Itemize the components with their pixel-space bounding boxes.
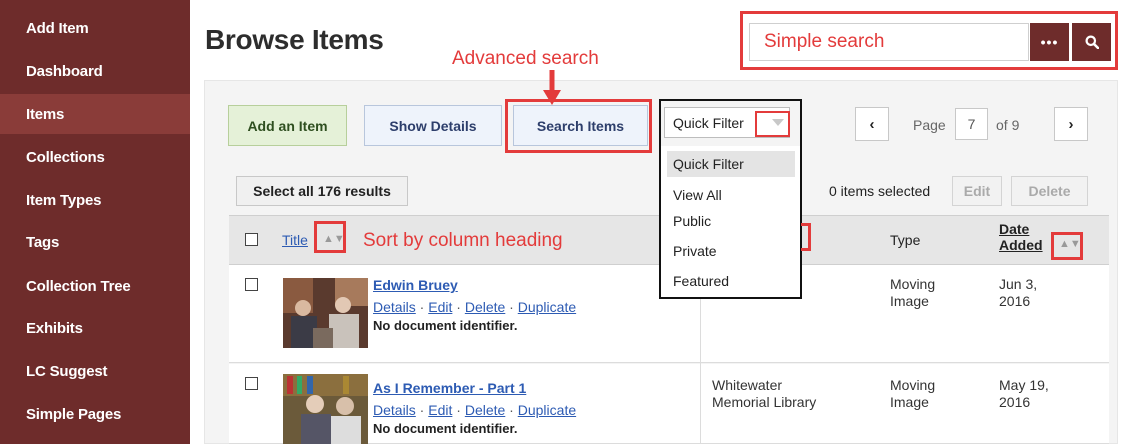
item-thumbnail[interactable] <box>283 278 368 348</box>
thumbnail-image <box>283 278 368 348</box>
sidebar-item-collection-tree[interactable]: Collection Tree <box>0 266 190 306</box>
search-submit-button[interactable] <box>1072 23 1111 61</box>
advanced-search-annotation: Advanced search <box>452 48 599 69</box>
item-actions: Details · Edit · Delete · Duplicate <box>373 299 577 315</box>
admin-sidebar: Add Item Dashboard Items Collections Ite… <box>0 0 190 444</box>
sidebar-item-add-item[interactable]: Add Item <box>0 8 190 48</box>
column-date-added-sort-link[interactable]: Date Added <box>999 221 1043 253</box>
selected-count: 0 items selected <box>829 183 931 199</box>
date-header-line1: Date <box>999 221 1030 237</box>
chevron-left-icon: ‹ <box>869 115 875 133</box>
edit-link[interactable]: Edit <box>428 299 452 315</box>
sidebar-item-dashboard[interactable]: Dashboard <box>0 51 190 91</box>
search-icon <box>1085 35 1099 49</box>
delete-link[interactable]: Delete <box>465 402 505 418</box>
duplicate-link[interactable]: Duplicate <box>518 299 576 315</box>
sidebar-item-simple-pages[interactable]: Simple Pages <box>0 394 190 434</box>
search-items-button[interactable]: Search Items <box>513 105 648 146</box>
type-cell: Moving Image <box>890 276 936 309</box>
page-title: Browse Items <box>205 24 384 55</box>
batch-delete-button[interactable]: Delete <box>1011 176 1088 206</box>
select-all-checkbox[interactable] <box>245 233 258 246</box>
chevron-right-icon: › <box>1068 115 1074 133</box>
details-link[interactable]: Details <box>373 299 416 315</box>
show-details-button[interactable]: Show Details <box>364 105 502 146</box>
add-item-button[interactable]: Add an Item <box>228 105 347 146</box>
date-added-cell: May 19, 2016 <box>999 377 1049 410</box>
batch-edit-button[interactable]: Edit <box>952 176 1002 206</box>
advanced-search-options-button[interactable]: ••• <box>1030 23 1069 61</box>
page-label: Page <box>913 117 946 133</box>
item-actions: Details · Edit · Delete · Duplicate <box>373 402 577 418</box>
delete-link[interactable]: Delete <box>465 299 505 315</box>
sidebar-item-items[interactable]: Items <box>0 94 190 134</box>
simple-search-annotation: Simple search <box>764 31 885 52</box>
sidebar-item-collections[interactable]: Collections <box>0 137 190 177</box>
row-checkbox[interactable] <box>245 278 258 291</box>
edit-link[interactable]: Edit <box>428 402 452 418</box>
sort-icon[interactable]: ▲▼ <box>323 233 345 245</box>
details-link[interactable]: Details <box>373 402 416 418</box>
page-total: of 9 <box>996 117 1020 133</box>
row-checkbox[interactable] <box>245 377 258 390</box>
select-all-results-button[interactable]: Select all 176 results <box>236 176 408 206</box>
more-icon: ••• <box>1040 34 1059 50</box>
sidebar-item-item-types[interactable]: Item Types <box>0 180 190 220</box>
sidebar-item-tags[interactable]: Tags <box>0 222 190 262</box>
item-title-link[interactable]: Edwin Bruey <box>373 277 458 293</box>
previous-page-button[interactable]: ‹ <box>855 107 889 141</box>
date-header-line2: Added <box>999 237 1043 253</box>
sidebar-item-exhibits[interactable]: Exhibits <box>0 308 190 348</box>
item-title-link[interactable]: As I Remember - Part 1 <box>373 380 526 396</box>
page-number-input[interactable]: 7 <box>955 108 988 140</box>
document-identifier-note: No document identifier. <box>373 318 518 333</box>
quick-filter-outline <box>659 99 802 299</box>
item-thumbnail[interactable] <box>283 374 368 444</box>
collection-cell: Whitewater Memorial Library <box>712 377 817 410</box>
sort-annotation: Sort by column heading <box>363 230 563 251</box>
type-cell: Moving Image <box>890 377 936 410</box>
document-identifier-note: No document identifier. <box>373 421 518 436</box>
date-added-cell: Jun 3, 2016 <box>999 276 1038 309</box>
duplicate-link[interactable]: Duplicate <box>518 402 576 418</box>
column-title-sort-link[interactable]: Title <box>282 232 308 248</box>
sort-icon[interactable]: ▲▼ <box>1059 238 1081 250</box>
thumbnail-image <box>283 374 368 444</box>
column-type-header: Type <box>890 232 921 248</box>
next-page-button[interactable]: › <box>1054 107 1088 141</box>
arrow-down-icon <box>543 70 561 105</box>
sidebar-item-lc-suggest[interactable]: LC Suggest <box>0 351 190 391</box>
